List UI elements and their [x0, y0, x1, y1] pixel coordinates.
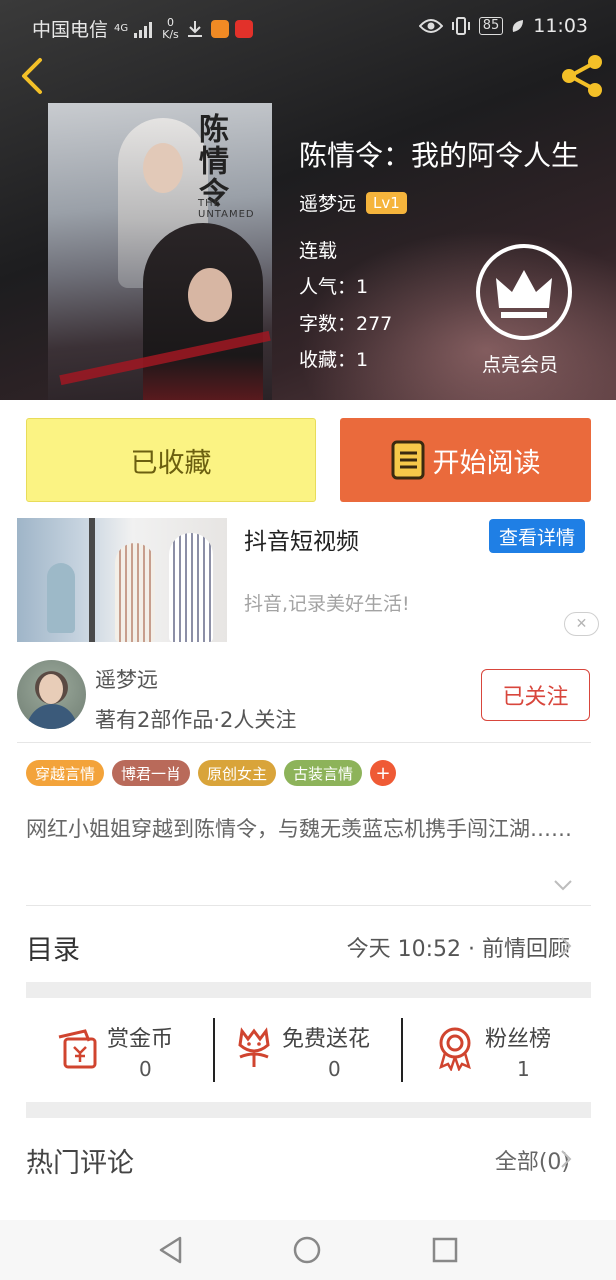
tag-item[interactable]: 穿越言情 [26, 760, 105, 786]
stat-divider [213, 1018, 215, 1082]
book-title: 陈情令：我的阿令人生 [299, 139, 580, 172]
ad-subtitle: 抖音,记录美好生活! [244, 593, 410, 615]
network-type: 4G [114, 23, 129, 34]
author-name[interactable]: 遥梦远 [95, 664, 158, 694]
free-flowers-label: 免费送花 [282, 1027, 371, 1052]
share-button[interactable] [558, 54, 606, 98]
stat-divider [401, 1018, 403, 1082]
battery-indicator: 85 [478, 17, 504, 35]
medal-icon [439, 1027, 471, 1071]
net-speed-unit: K/s [162, 27, 179, 41]
book-icon [391, 440, 424, 480]
red-envelope-icon [58, 1029, 97, 1069]
signal-icon [134, 21, 153, 38]
tag-item[interactable]: 博君一肖 [112, 760, 191, 786]
fan-ranking[interactable]: 粉丝榜 1 [435, 1015, 575, 1085]
video-app-icon [210, 19, 229, 38]
ad-door-frame [89, 518, 95, 642]
book-status: 连载 [299, 240, 338, 262]
avatar-body [27, 704, 77, 729]
clock: 11:03 [533, 15, 588, 37]
book-favorites: 收藏：1 [299, 349, 369, 371]
status-left: 中国电信 4G 0 K/s [32, 15, 253, 42]
system-nav-bar [0, 1220, 616, 1280]
reward-coins[interactable]: 赏金币 0 [55, 1015, 195, 1085]
home-circle-icon[interactable] [292, 1235, 322, 1265]
all-comments-link[interactable]: 全部(0) [495, 1144, 570, 1176]
book-word-count: 字数：277 [299, 313, 393, 335]
ad-title[interactable]: 抖音短视频 [244, 522, 359, 556]
download-icon [187, 20, 202, 37]
book-header: 中国电信 4G 0 K/s 85 11:03 陈情令 THE UNTAMED 陈… [0, 0, 616, 400]
fan-ranking-value: 1 [517, 1057, 530, 1081]
eye-icon [418, 19, 443, 33]
hot-comments-title: 热门评论 [26, 1148, 134, 1179]
status-bar: 中国电信 4G 0 K/s 85 11:03 [0, 0, 616, 54]
status-right: 85 11:03 [418, 15, 588, 37]
flower-icon [238, 1027, 270, 1067]
cover-face-1 [143, 143, 183, 193]
avatar-face [39, 674, 63, 704]
start-reading-label: 开始阅读 [432, 447, 541, 479]
reward-coins-value: 0 [139, 1057, 152, 1081]
start-reading-button[interactable]: 开始阅读 [340, 418, 591, 502]
book-author[interactable]: 遥梦远 [299, 189, 356, 216]
section-separator [26, 982, 591, 998]
author-avatar[interactable] [17, 660, 86, 729]
tag-item[interactable]: 原创女主 [198, 760, 277, 786]
reward-coins-label: 赏金币 [107, 1027, 174, 1052]
vip-button[interactable] [474, 242, 574, 342]
share-icon [562, 55, 602, 97]
tag-list: 穿越言情 博君一肖 原创女主 古装言情 + [26, 760, 397, 786]
close-icon: ✕ [575, 616, 588, 632]
favorite-label: 已收藏 [130, 447, 212, 479]
book-description: 网红小姐姐穿越到陈情令，与魏无羡蓝忘机携手闯江湖…… [26, 817, 572, 841]
vip-label[interactable]: 点亮会员 [482, 350, 558, 377]
carrier-label: 中国电信 [32, 19, 109, 41]
author-summary: 著有2部作品·2人关注 [95, 708, 297, 732]
book-author-line: 遥梦远 Lv1 [299, 189, 407, 216]
ad-person-3 [169, 533, 213, 642]
cover-title: 陈情令 [193, 113, 228, 209]
ad-detail-button[interactable]: 查看详情 [489, 519, 585, 553]
news-app-icon [234, 19, 253, 38]
catalog-title[interactable]: 目录 [26, 928, 80, 967]
leaf-icon [512, 20, 524, 32]
chevron-down-icon[interactable] [553, 878, 573, 892]
crown-icon [476, 244, 572, 340]
ad-person-1 [47, 563, 75, 633]
level-badge: Lv1 [366, 191, 407, 214]
divider [26, 905, 591, 906]
free-flowers[interactable]: 免费送花 0 [234, 1015, 394, 1085]
net-speed: 0 K/s [162, 16, 179, 41]
ad-close-button[interactable]: ✕ [564, 612, 599, 636]
ad-person-2 [115, 543, 155, 642]
book-cover[interactable]: 陈情令 THE UNTAMED [48, 103, 272, 400]
recents-square-icon[interactable] [430, 1235, 460, 1265]
chevron-left-icon [22, 58, 42, 94]
favorite-button[interactable]: 已收藏 [26, 418, 316, 502]
add-tag-button[interactable]: + [370, 760, 397, 786]
vibrate-icon [451, 17, 470, 35]
cover-english-title: THE UNTAMED [198, 198, 255, 220]
cover-face-2 [188, 268, 232, 322]
divider [17, 742, 591, 743]
catalog-latest[interactable]: 今天 10:52 · 前情回顾 [347, 931, 570, 963]
follow-button[interactable]: 已关注 [481, 669, 590, 721]
section-separator [26, 1102, 591, 1118]
book-popularity: 人气：1 [299, 276, 369, 298]
fan-ranking-label: 粉丝榜 [485, 1027, 552, 1052]
back-button[interactable] [14, 56, 54, 96]
chevron-right-icon[interactable] [560, 1149, 572, 1169]
back-triangle-icon[interactable] [156, 1235, 186, 1265]
chevron-right-icon[interactable] [560, 936, 572, 956]
tag-item[interactable]: 古装言情 [284, 760, 363, 786]
ad-image[interactable] [17, 518, 227, 642]
free-flowers-value: 0 [328, 1057, 341, 1081]
